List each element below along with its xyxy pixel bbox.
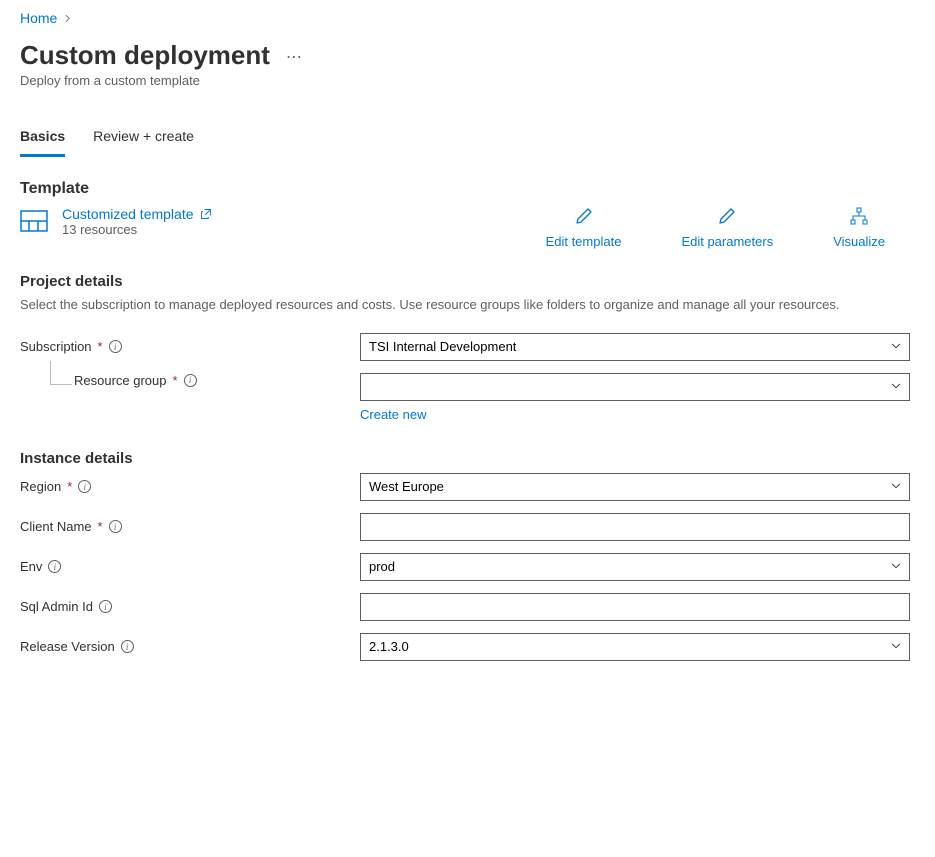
- visualize-button[interactable]: Visualize: [833, 206, 885, 249]
- customized-template-link[interactable]: Customized template: [62, 206, 212, 222]
- env-select[interactable]: [360, 553, 910, 581]
- info-icon[interactable]: i: [109, 520, 122, 533]
- edit-parameters-button[interactable]: Edit parameters: [681, 206, 773, 249]
- client-name-input[interactable]: [360, 513, 910, 541]
- sql-admin-id-input[interactable]: [360, 593, 910, 621]
- breadcrumb-home[interactable]: Home: [20, 10, 57, 26]
- project-details-heading: Project details: [20, 273, 915, 290]
- more-menu-icon[interactable]: ⋯: [286, 47, 302, 67]
- client-name-label: Client Name: [20, 519, 92, 534]
- info-icon[interactable]: i: [109, 340, 122, 353]
- tabs: Basics Review + create: [20, 122, 915, 158]
- info-icon[interactable]: i: [48, 560, 61, 573]
- release-version-label: Release Version: [20, 639, 115, 654]
- sql-admin-id-label: Sql Admin Id: [20, 599, 93, 614]
- info-icon[interactable]: i: [99, 600, 112, 613]
- template-heading: Template: [20, 180, 915, 198]
- resource-group-label: Resource group: [74, 373, 167, 388]
- project-details-desc: Select the subscription to manage deploy…: [20, 296, 880, 315]
- required-marker: *: [98, 519, 103, 534]
- hierarchy-icon: [849, 206, 869, 226]
- tree-connector: [50, 361, 72, 385]
- create-new-link[interactable]: Create new: [360, 407, 426, 422]
- page-subtitle: Deploy from a custom template: [20, 73, 915, 88]
- template-icon: [20, 208, 48, 236]
- edit-template-button[interactable]: Edit template: [546, 206, 622, 249]
- template-resource-count: 13 resources: [62, 222, 212, 237]
- pencil-icon: [717, 206, 737, 226]
- page-title: Custom deployment: [20, 40, 270, 71]
- required-marker: *: [98, 339, 103, 354]
- external-link-icon: [200, 208, 212, 220]
- required-marker: *: [67, 479, 72, 494]
- info-icon[interactable]: i: [78, 480, 91, 493]
- subscription-label: Subscription: [20, 339, 92, 354]
- region-select[interactable]: [360, 473, 910, 501]
- env-label: Env: [20, 559, 42, 574]
- info-icon[interactable]: i: [121, 640, 134, 653]
- instance-details-heading: Instance details: [20, 450, 915, 467]
- region-label: Region: [20, 479, 61, 494]
- required-marker: *: [173, 373, 178, 388]
- chevron-right-icon: [63, 10, 72, 26]
- tab-basics[interactable]: Basics: [20, 122, 65, 157]
- resource-group-select[interactable]: [360, 373, 910, 401]
- subscription-select[interactable]: [360, 333, 910, 361]
- tab-review-create[interactable]: Review + create: [93, 122, 194, 157]
- release-version-select[interactable]: [360, 633, 910, 661]
- info-icon[interactable]: i: [184, 374, 197, 387]
- pencil-icon: [574, 206, 594, 226]
